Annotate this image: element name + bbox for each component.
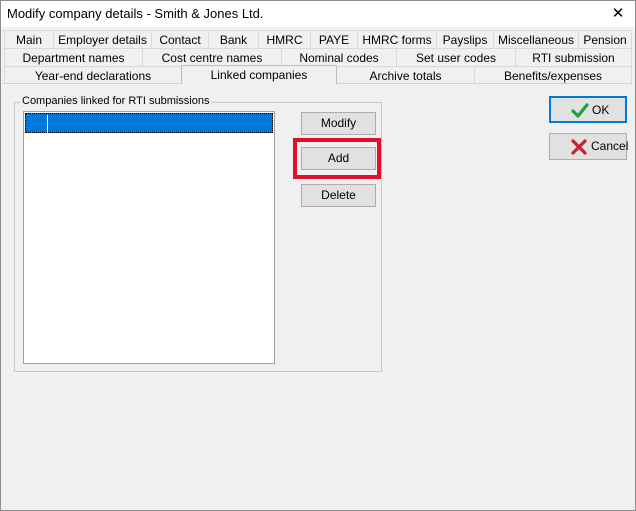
tab-hmrc[interactable]: HMRC [258, 30, 311, 48]
window-title: Modify company details - Smith & Jones L… [7, 6, 264, 21]
title-bar: Modify company details - Smith & Jones L… [1, 1, 635, 27]
ok-label: OK [592, 103, 610, 117]
tab-benefits-expenses[interactable]: Benefits/expenses [474, 66, 632, 84]
modify-button[interactable]: Modify [301, 112, 376, 135]
cancel-button[interactable]: Cancel [549, 133, 629, 160]
add-button[interactable]: Add [301, 147, 376, 170]
tab-main[interactable]: Main [4, 30, 54, 48]
ok-button[interactable]: OK [549, 96, 627, 123]
tab-paye[interactable]: PAYE [310, 30, 358, 48]
linked-companies-list[interactable] [23, 111, 275, 364]
modify-company-dialog: Modify company details - Smith & Jones L… [0, 0, 636, 511]
tab-employer-details[interactable]: Employer details [53, 30, 152, 48]
tab-pension[interactable]: Pension [578, 30, 632, 48]
tab-department-names[interactable]: Department names [4, 48, 143, 66]
tab-set-user-codes[interactable]: Set user codes [396, 48, 516, 66]
tab-archive-totals[interactable]: Archive totals [336, 66, 475, 84]
list-column-separator [47, 115, 48, 133]
tab-year-end-declarations[interactable]: Year-end declarations [4, 66, 182, 84]
tab-cost-centre-names[interactable]: Cost centre names [142, 48, 282, 66]
tab-bank[interactable]: Bank [208, 30, 259, 48]
tab-rti-submission[interactable]: RTI submission [515, 48, 632, 66]
tab-linked-companies[interactable]: Linked companies [181, 65, 337, 84]
tab-nominal-codes[interactable]: Nominal codes [281, 48, 397, 66]
tab-payslips[interactable]: Payslips [436, 30, 494, 48]
checkmark-icon [571, 103, 589, 118]
groupbox-label: Companies linked for RTI submissions [20, 95, 212, 107]
cross-icon [571, 139, 587, 155]
tab-miscellaneous[interactable]: Miscellaneous [493, 30, 579, 48]
close-icon[interactable]: ✕ [601, 1, 635, 27]
tab-contact[interactable]: Contact [151, 30, 209, 48]
cancel-label: Cancel [591, 139, 629, 153]
list-item-selected[interactable] [25, 113, 273, 133]
tab-hmrc-forms[interactable]: HMRC forms [357, 30, 437, 48]
delete-button[interactable]: Delete [301, 184, 376, 207]
